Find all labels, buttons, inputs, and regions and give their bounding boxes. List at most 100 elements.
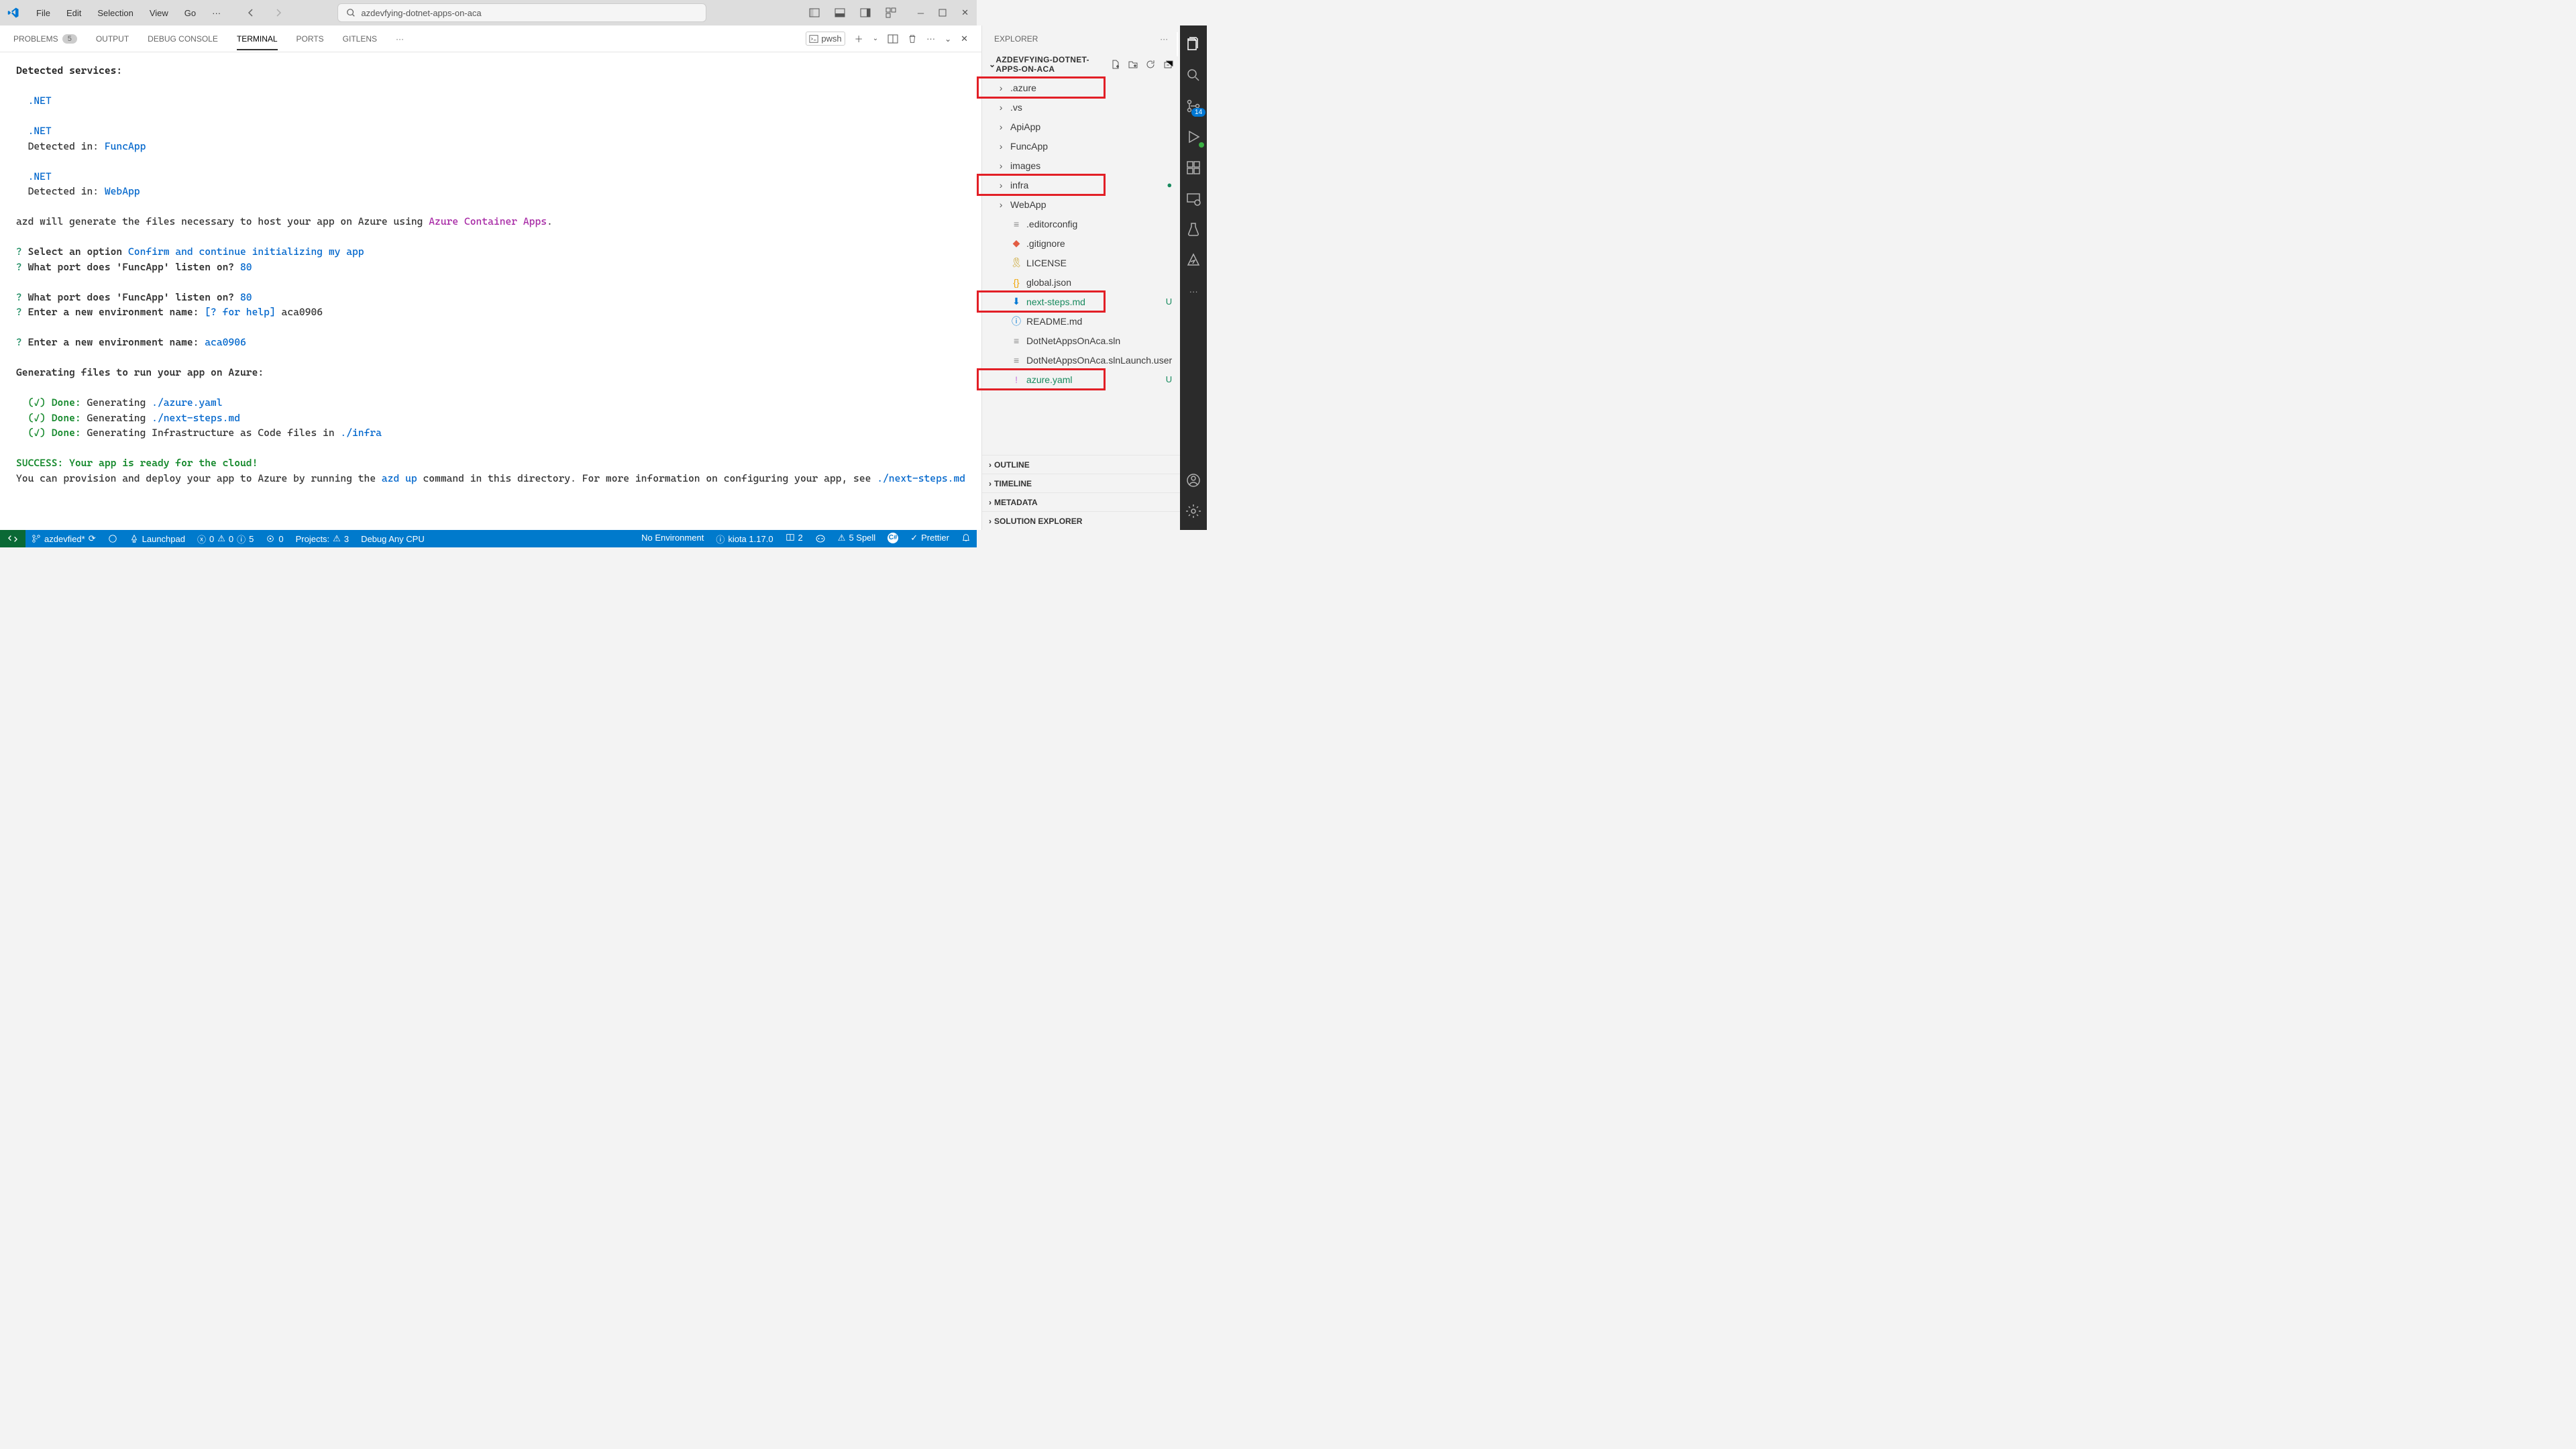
explorer-more-icon[interactable]: ··· — [1160, 34, 1168, 44]
menu-file[interactable]: File — [30, 5, 57, 21]
panel-chevron-icon[interactable]: ⌄ — [945, 34, 951, 44]
new-folder-icon[interactable] — [1128, 59, 1138, 70]
status-debug-target[interactable]: Debug Any CPU — [355, 530, 431, 547]
section-metadata[interactable]: › METADATA — [982, 492, 1180, 511]
t-line: Select an option — [22, 246, 128, 258]
file-item[interactable]: ⬇next-steps.mdU — [982, 292, 1180, 311]
layout-right-icon[interactable] — [857, 5, 873, 21]
explorer-view-icon[interactable] — [1180, 31, 1207, 58]
layout-bottom-icon[interactable] — [832, 5, 848, 21]
status-problems[interactable]: ⓧ0 ⚠0 ⓘ5 — [191, 530, 260, 547]
file-item[interactable]: ≡DotNetAppsOnAca.sln — [982, 331, 1180, 350]
settings-icon[interactable] — [1180, 498, 1207, 525]
menu-view[interactable]: View — [143, 5, 175, 21]
item-label: azure.yaml — [1026, 374, 1162, 385]
split-terminal-icon[interactable] — [888, 34, 898, 44]
folder-item[interactable]: ›WebApp — [982, 195, 1180, 214]
menu-go[interactable]: Go — [178, 5, 203, 21]
status-prettier[interactable]: ✓ Prettier — [904, 533, 955, 543]
panel-close-icon[interactable]: ✕ — [961, 34, 968, 44]
file-item[interactable]: ≡.editorconfig — [982, 214, 1180, 233]
file-item[interactable]: {}global.json — [982, 272, 1180, 292]
menu-selection[interactable]: Selection — [91, 5, 140, 21]
extensions-icon[interactable] — [1180, 154, 1207, 181]
trash-icon[interactable] — [908, 34, 917, 44]
file-item[interactable]: ◆.gitignore — [982, 233, 1180, 253]
file-item[interactable]: !azure.yamlU — [982, 370, 1180, 389]
status-projects[interactable]: Projects: ⚠ 3 — [290, 530, 355, 547]
nav-forward-icon[interactable] — [270, 5, 286, 21]
testing-icon[interactable] — [1180, 216, 1207, 243]
terminal-output[interactable]: Detected services: .NET .NET Detected in… — [0, 52, 981, 530]
t-line: ./infra — [340, 427, 382, 439]
folder-item[interactable]: ›.vs — [982, 97, 1180, 117]
chevron-down-icon[interactable]: ⌄ — [873, 35, 878, 42]
item-label: DotNetAppsOnAca.slnLaunch.user — [1026, 355, 1172, 366]
search-icon — [346, 8, 356, 17]
run-debug-icon[interactable] — [1180, 123, 1207, 150]
folder-item[interactable]: ›images — [982, 156, 1180, 175]
layout-customize-icon[interactable] — [883, 5, 899, 21]
folder-item[interactable]: ›.azure — [982, 78, 1180, 97]
menu-edit[interactable]: Edit — [60, 5, 88, 21]
tab-output[interactable]: OUTPUT — [96, 29, 129, 49]
tab-terminal[interactable]: TERMINAL — [237, 29, 278, 49]
launchpad-label: Launchpad — [142, 534, 185, 544]
status-gitlens[interactable] — [102, 530, 123, 547]
status-spell[interactable]: ⚠ 5 Spell — [832, 533, 881, 543]
tab-more-icon[interactable]: ··· — [396, 29, 404, 49]
chevron-right-icon: › — [996, 141, 1006, 152]
status-branch[interactable]: azdevfied* ⟳ — [25, 530, 102, 547]
window-maximize-icon[interactable] — [936, 6, 949, 19]
t-line: 80 — [240, 291, 252, 303]
status-kiota[interactable]: ⓘ kiota 1.17.0 — [710, 533, 779, 545]
folder-item[interactable]: ›infra● — [982, 175, 1180, 195]
new-file-icon[interactable] — [1110, 59, 1121, 70]
status-ports[interactable]: 0 — [260, 530, 289, 547]
file-item[interactable]: 🎗LICENSE — [982, 253, 1180, 272]
source-control-icon[interactable]: 14 — [1180, 93, 1207, 119]
info-icon: ⓘ — [716, 533, 724, 545]
tab-debug-console[interactable]: DEBUG CONSOLE — [148, 29, 218, 49]
explorer-root[interactable]: ⌄ AZDEVFYING-DOTNET-APPS-ON-ACA — [982, 52, 1180, 76]
status-launchpad[interactable]: Launchpad — [123, 530, 191, 547]
window-minimize-icon[interactable]: ─ — [915, 5, 926, 21]
section-timeline[interactable]: › TIMELINE — [982, 474, 1180, 492]
menu-more-icon[interactable]: ··· — [205, 5, 227, 21]
modified-dot-icon: ● — [1167, 180, 1172, 190]
status-csharp-icon[interactable]: C# — [881, 533, 904, 543]
section-outline[interactable]: › OUTLINE — [982, 455, 1180, 474]
account-icon[interactable] — [1180, 467, 1207, 494]
status-copilot-icon[interactable] — [809, 533, 832, 543]
refresh-icon[interactable] — [1145, 59, 1156, 70]
window-close-icon[interactable]: ✕ — [959, 5, 971, 21]
t-line: Confirm and continue initializing my app — [128, 246, 364, 258]
nav-back-icon[interactable] — [244, 5, 260, 21]
search-view-icon[interactable] — [1180, 62, 1207, 89]
status-editors[interactable]: 2 — [780, 533, 809, 543]
status-environment[interactable]: No Environment — [635, 533, 710, 543]
file-item[interactable]: ⓘREADME.md — [982, 311, 1180, 331]
tab-ports[interactable]: PORTS — [297, 29, 324, 49]
more-views-icon[interactable]: ··· — [1180, 278, 1207, 305]
layout-left-icon[interactable] — [806, 5, 822, 21]
command-center[interactable]: azdevfying-dotnet-apps-on-aca — [337, 3, 706, 22]
azure-icon[interactable] — [1180, 247, 1207, 274]
section-solution-explorer[interactable]: › SOLUTION EXPLORER — [982, 511, 1180, 530]
folder-item[interactable]: ›FuncApp — [982, 136, 1180, 156]
remote-icon[interactable] — [1180, 185, 1207, 212]
t-line: aca0906 — [205, 336, 246, 348]
tab-problems[interactable]: PROBLEMS 5 — [13, 29, 77, 49]
terminal-shell[interactable]: pwsh — [806, 32, 845, 46]
collapse-all-icon[interactable] — [1163, 59, 1173, 70]
check-icon: ✓ — [910, 533, 918, 543]
file-item[interactable]: ≡DotNetAppsOnAca.slnLaunch.user — [982, 350, 1180, 370]
status-bell-icon[interactable] — [955, 533, 977, 542]
panel-more-icon[interactable]: ··· — [926, 34, 935, 44]
t-line: (✓) — [28, 396, 52, 409]
folder-item[interactable]: ›ApiApp — [982, 117, 1180, 136]
remote-indicator[interactable] — [0, 530, 25, 547]
tab-gitlens[interactable]: GITLENS — [343, 29, 377, 49]
new-terminal-icon[interactable]: ＋ — [855, 32, 863, 45]
file-tree: ›.azure›.vs›ApiApp›FuncApp›images›infra●… — [982, 76, 1180, 390]
